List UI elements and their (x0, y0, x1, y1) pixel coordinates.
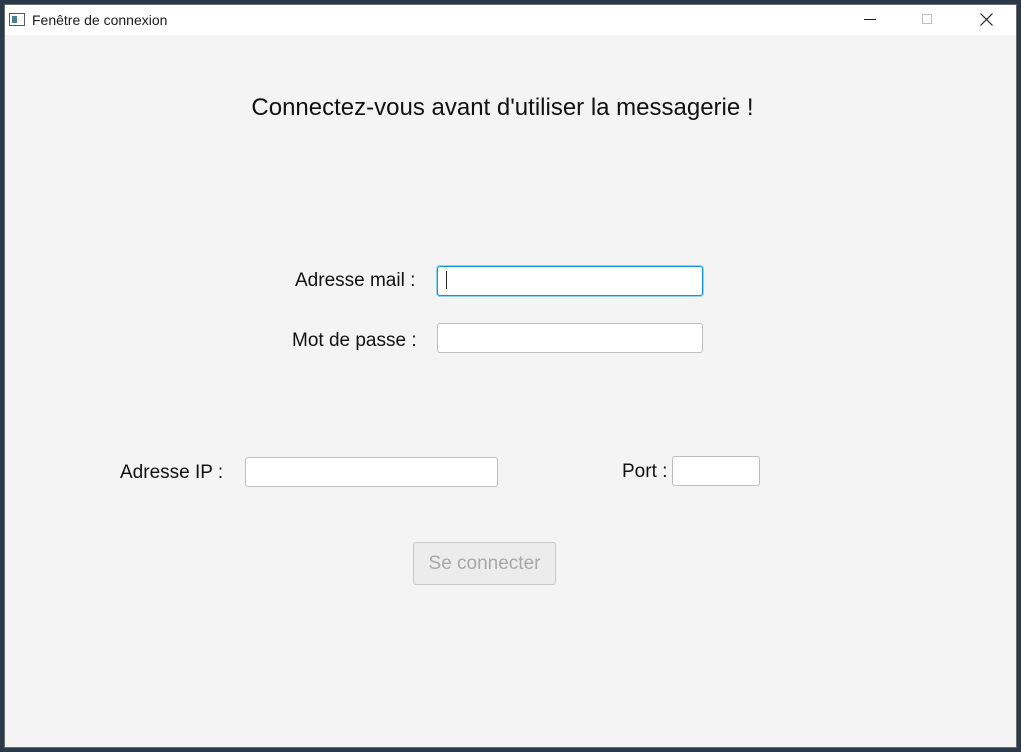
maximize-button[interactable] (899, 5, 957, 35)
connect-button[interactable]: Se connecter (413, 542, 556, 585)
login-window: Fenêtre de connexion Connectez-vous avan… (4, 4, 1017, 748)
password-field[interactable] (437, 323, 703, 353)
ip-address-field[interactable] (245, 457, 498, 487)
close-icon (980, 13, 993, 26)
maximize-icon (922, 14, 932, 24)
port-label: Port : (622, 461, 668, 482)
page-title: Connectez-vous avant d'utiliser la messa… (251, 94, 754, 121)
port-field[interactable] (672, 456, 760, 486)
app-window-icon (9, 13, 25, 26)
minimize-icon (864, 19, 876, 20)
email-label: Adresse mail : (295, 270, 416, 291)
email-field[interactable] (437, 266, 703, 296)
title-bar: Fenêtre de connexion (5, 5, 1016, 35)
password-label: Mot de passe : (292, 330, 417, 351)
minimize-button[interactable] (841, 5, 899, 35)
close-button[interactable] (957, 5, 1015, 35)
text-caret (446, 271, 447, 289)
window-title: Fenêtre de connexion (32, 12, 168, 28)
ip-address-label: Adresse IP : (120, 462, 224, 483)
